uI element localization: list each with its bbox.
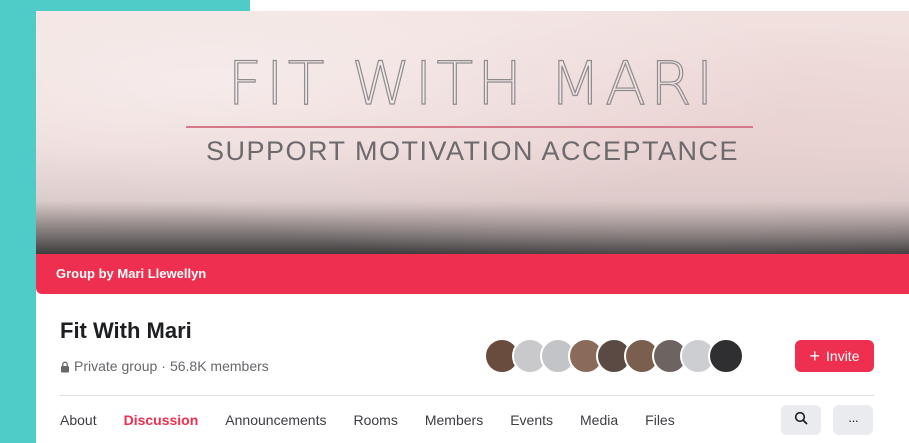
- tab-members[interactable]: Members: [425, 412, 483, 428]
- group-by-text[interactable]: Group by Mari Llewellyn: [36, 266, 206, 281]
- member-avatars[interactable]: [484, 338, 744, 374]
- tab-about[interactable]: About: [60, 412, 97, 428]
- group-meta: Private group · 56.8K members: [60, 358, 269, 374]
- meta-separator: ·: [161, 358, 166, 374]
- group-name[interactable]: Fit With Mari: [60, 318, 192, 344]
- invite-label: Invite: [826, 348, 860, 364]
- cover-subtitle: SUPPORT MOTIVATION ACCEPTANCE: [205, 136, 740, 166]
- group-tabs: About Discussion Announcements Rooms Members…: [60, 412, 702, 428]
- group-privacy[interactable]: Private group: [74, 358, 157, 374]
- lock-icon: [60, 360, 70, 373]
- group-by-banner: Group by Mari Llewellyn: [36, 254, 909, 294]
- search-button[interactable]: [781, 405, 821, 435]
- member-avatar[interactable]: [708, 338, 744, 374]
- tab-discussion[interactable]: Discussion: [124, 412, 199, 428]
- plus-icon: +: [809, 346, 821, 366]
- cover-divider-line: [186, 126, 753, 128]
- teal-frame-top: [0, 0, 250, 11]
- cover-photo[interactable]: FIT WITH MARI SUPPORT MOTIVATION ACCEPTA…: [36, 11, 909, 254]
- tab-files[interactable]: Files: [645, 412, 675, 428]
- cover-title: FIT WITH MARI: [227, 48, 718, 119]
- tab-rooms[interactable]: Rooms: [353, 412, 397, 428]
- teal-frame-left: [0, 0, 36, 443]
- group-members-count[interactable]: 56.8K members: [170, 358, 269, 374]
- more-icon: ···: [848, 412, 859, 428]
- group-info-panel: Fit With Mari Private group · 56.8K memb…: [36, 294, 909, 443]
- more-button[interactable]: ···: [833, 405, 873, 435]
- search-icon: [794, 411, 808, 430]
- divider: [60, 395, 874, 396]
- tab-events[interactable]: Events: [510, 412, 553, 428]
- tab-media[interactable]: Media: [580, 412, 618, 428]
- invite-button[interactable]: + Invite: [795, 340, 874, 372]
- tab-announcements[interactable]: Announcements: [225, 412, 326, 428]
